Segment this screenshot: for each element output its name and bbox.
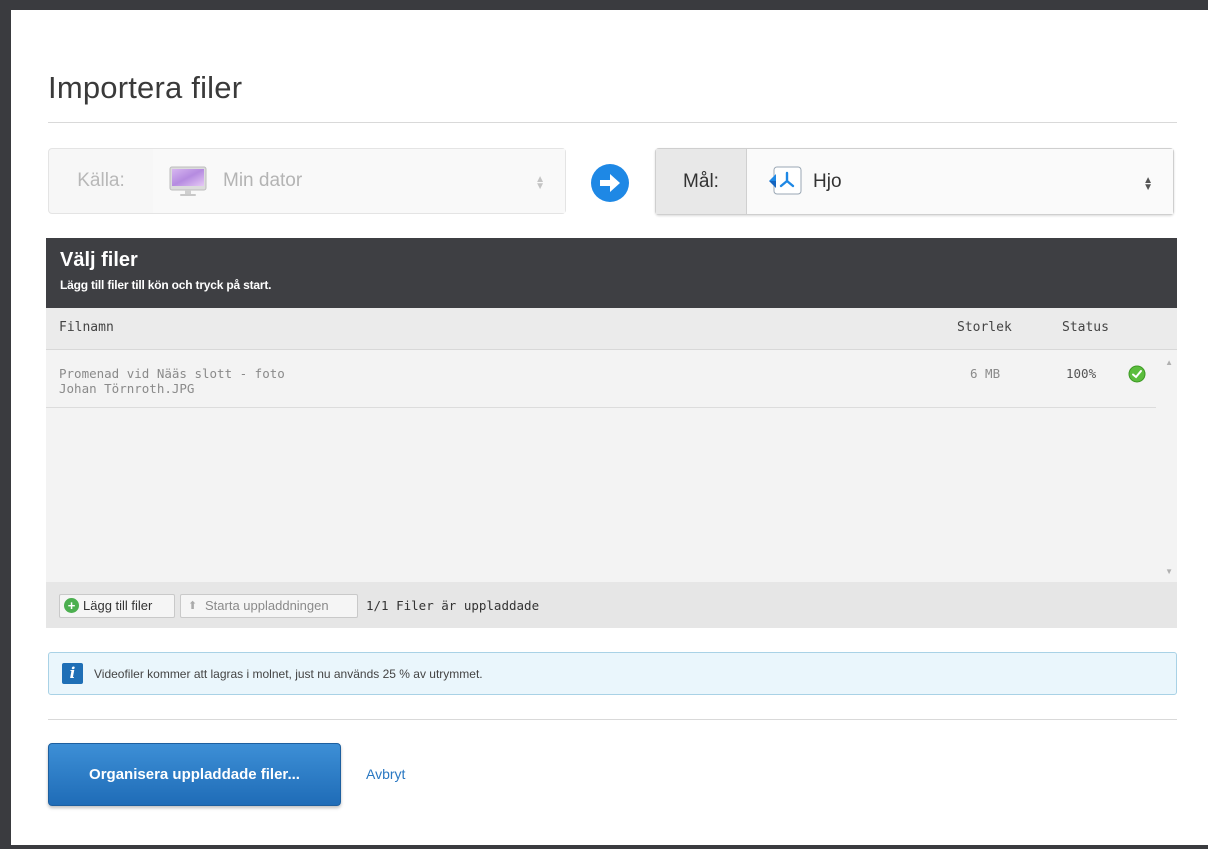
check-circle-icon bbox=[1128, 365, 1146, 383]
plus-icon: + bbox=[64, 598, 79, 613]
source-label: Källa: bbox=[49, 149, 154, 213]
upload-toolbar: + Lägg till filer ⬆ Starta uppladdningen… bbox=[46, 582, 1177, 628]
column-size: Storlek bbox=[957, 320, 1012, 335]
organize-files-button[interactable]: Organisera uppladdade filer... bbox=[48, 743, 341, 806]
computer-monitor-icon bbox=[169, 166, 207, 196]
file-panel-header: Välj filer Lägg till filer till kön och … bbox=[46, 238, 1177, 308]
column-status: Status bbox=[1062, 320, 1109, 335]
panel-subtitle: Lägg till filer till kön och tryck på st… bbox=[60, 278, 272, 292]
target-value: Hjo bbox=[813, 171, 842, 192]
file-name: Promenad vid Nääs slott - foto Johan Tör… bbox=[59, 366, 349, 396]
start-upload-label: Starta uppladdningen bbox=[205, 598, 329, 613]
table-row[interactable]: Promenad vid Nääs slott - foto Johan Tör… bbox=[46, 350, 1156, 408]
source-value: Min dator bbox=[223, 170, 303, 191]
info-text: Videofiler kommer att lagras i molnet, j… bbox=[94, 667, 483, 681]
select-arrows-icon: ▲ ▼ bbox=[1143, 175, 1153, 193]
add-files-button[interactable]: + Lägg till filer bbox=[59, 594, 175, 618]
panel-title: Välj filer bbox=[60, 249, 138, 271]
source-value-area[interactable]: Min dator ▲ ▼ bbox=[153, 149, 565, 213]
start-upload-button[interactable]: ⬆ Starta uppladdningen bbox=[180, 594, 358, 618]
album-icon bbox=[769, 166, 802, 195]
file-size: 6 MB bbox=[970, 366, 1001, 381]
file-status: 100% bbox=[1066, 366, 1097, 381]
file-list: Promenad vid Nääs slott - foto Johan Tör… bbox=[46, 350, 1177, 582]
arrow-right-icon[interactable] bbox=[591, 164, 629, 202]
column-filename: Filnamn bbox=[59, 320, 114, 335]
target-select[interactable]: Mål: Hjo ▲ ▼ bbox=[655, 148, 1174, 215]
upload-arrow-icon: ⬆ bbox=[188, 600, 198, 612]
page-title: Importera filer bbox=[48, 70, 243, 105]
import-dialog: Importera filer Källa: Min dator ▲ ▼ Mål… bbox=[11, 10, 1208, 845]
scroll-down-icon[interactable]: ▼ bbox=[1165, 567, 1173, 576]
cancel-link[interactable]: Avbryt bbox=[366, 766, 405, 782]
scroll-up-icon[interactable]: ▲ bbox=[1165, 358, 1173, 367]
file-name-line: Johan Törnroth.JPG bbox=[59, 381, 195, 396]
source-select[interactable]: Källa: Min dator ▲ ▼ bbox=[48, 148, 566, 214]
select-arrows-icon: ▲ ▼ bbox=[535, 174, 545, 192]
table-header: Filnamn Storlek Status bbox=[46, 308, 1177, 350]
divider bbox=[48, 122, 1177, 123]
divider bbox=[48, 719, 1177, 720]
upload-status: 1/1 Filer är uppladdade bbox=[366, 598, 540, 613]
add-files-label: Lägg till filer bbox=[83, 598, 153, 613]
target-value-area[interactable]: Hjo ▲ ▼ bbox=[747, 149, 1173, 214]
info-icon: i bbox=[62, 663, 83, 684]
info-message: i Videofiler kommer att lagras i molnet,… bbox=[48, 652, 1177, 695]
target-label: Mål: bbox=[656, 149, 747, 214]
file-name-line: Promenad vid Nääs slott - foto bbox=[59, 366, 285, 381]
